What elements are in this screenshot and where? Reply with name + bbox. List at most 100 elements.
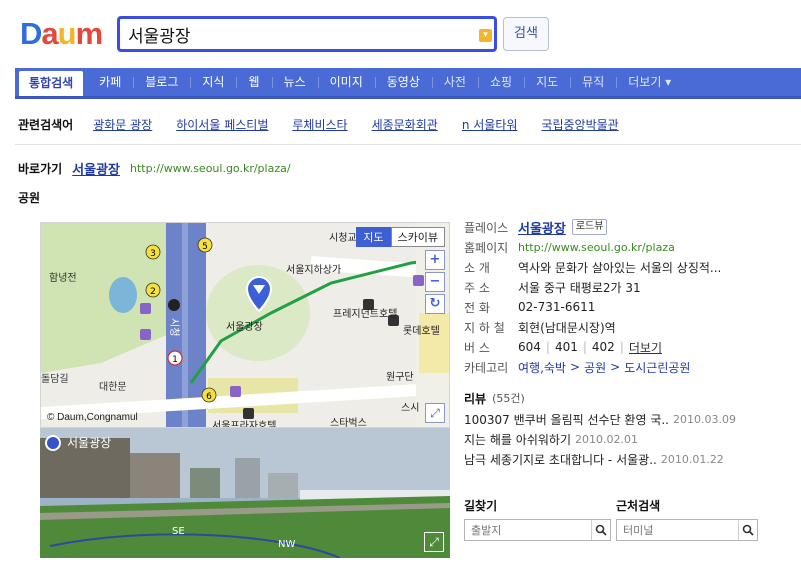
info-key: 버 스 (464, 340, 490, 355)
logo-letter: u (57, 16, 77, 51)
related-link[interactable]: 세종문화회관 (372, 116, 438, 133)
map-label: 대한문 (99, 381, 127, 393)
search-icon[interactable] (590, 520, 610, 540)
tab-web[interactable]: 웹 (236, 68, 271, 96)
roadview-badge[interactable]: 로드뷰 (571, 219, 608, 235)
nearby-search-title: 근처검색 (616, 499, 661, 513)
search-input[interactable] (128, 23, 468, 45)
tab-dictionary[interactable]: 사전 (431, 68, 478, 96)
nav-items: 통합검색 카페 블로그 지식 웹 뉴스 이미지 동영상 사전 쇼핑 지도 뮤직 … (15, 68, 683, 96)
search-icon[interactable] (737, 520, 757, 540)
reset-view-icon[interactable]: ↻ (425, 294, 445, 314)
info-value: 서울 중구 태평로2가 31 (518, 280, 641, 295)
route-title: 길찾기 (464, 499, 498, 513)
map-label: 스시 (401, 402, 419, 414)
map-canvas: 3 2 5 6 1 함녕전 서울지하상가 시청교 서울광장 프레지던트호텔 롯데… (41, 223, 449, 427)
roadview-expand-icon[interactable]: ⤢ (424, 532, 444, 552)
route-marker-1: 1 (167, 350, 183, 366)
tab-more[interactable]: 더보기 ▾ (616, 68, 683, 96)
info-row: 주 소 서울 중구 태평로2가 31 (464, 277, 764, 297)
map-label: 롯데호텔 (403, 325, 440, 337)
related-link[interactable]: 국립중앙박물관 (541, 116, 618, 133)
review-item[interactable]: 남극 세종기지로 초대합니다 - 서울광.. 2010.01.22 (464, 449, 764, 469)
review-title: 리뷰 (464, 391, 487, 406)
map-zoom-controls: + − ↻ (425, 250, 445, 314)
related-link[interactable]: 광화문 광장 (93, 116, 152, 133)
nearby-search-input[interactable] (617, 520, 738, 540)
related-link[interactable]: 루체비스타 (292, 116, 347, 133)
info-value: 회현(남대문시장)역 (518, 320, 616, 335)
search-box: ▾ (117, 16, 497, 52)
bus-number: 402 (591, 340, 615, 354)
daum-logo[interactable]: Daum (20, 16, 103, 51)
route-start-input[interactable] (465, 520, 591, 540)
map-label: 시청 (168, 318, 180, 336)
review-date: 2010.01.22 (660, 452, 724, 466)
tab-map[interactable]: 지도 (524, 68, 570, 96)
category-link[interactable]: 도시근린공원 (624, 359, 690, 376)
info-row: 홈페이지 http://www.seoul.go.kr/plaza (464, 237, 764, 257)
related-link[interactable]: n 서울타워 (462, 116, 518, 133)
info-marker-icon (168, 299, 180, 311)
related-searches: 관련검색어 광화문 광장 하이서울 페스티벌 루체비스타 세종문화회관 n 서울… (18, 114, 801, 134)
svg-text:6: 6 (206, 392, 212, 402)
tab-knowledge[interactable]: 지식 (190, 68, 236, 96)
tab-blog[interactable]: 블로그 (133, 68, 190, 96)
logo-letter: D (20, 16, 42, 51)
route-marker-3: 3 (145, 244, 161, 260)
info-key: 카테고리 (464, 360, 509, 375)
review-item[interactable]: 100307 밴쿠버 올림픽 선수단 환영 국.. 2010.03.09 (464, 409, 764, 429)
tab-music[interactable]: 뮤직 (570, 68, 616, 96)
review-item[interactable]: 지는 해를 아쉬워하기 2010.02.01 (464, 429, 764, 449)
bus-stop-icon (140, 303, 151, 314)
review-header: 리뷰 (55건) (464, 387, 764, 409)
category-link[interactable]: 공원 (584, 359, 606, 376)
tab-video[interactable]: 동영상 (374, 68, 432, 96)
info-row: 전 화 02-731-6611 (464, 297, 764, 317)
zoom-out-button[interactable]: − (425, 272, 445, 292)
map-label: 서울지하상가 (286, 263, 341, 276)
shortcut-title-link[interactable]: 서울광장 (72, 159, 120, 178)
search-dropdown-icon[interactable]: ▾ (479, 29, 492, 42)
related-label: 관련검색어 (18, 117, 74, 132)
building (190, 468, 220, 498)
zoom-in-button[interactable]: + (425, 250, 445, 270)
info-value: 역사와 문화가 살아있는 서울의 상징적... (518, 260, 722, 275)
map-label: 서울광장 (226, 321, 263, 333)
map-mode-button[interactable]: 지도 (356, 227, 391, 247)
bus-number: 401 (554, 340, 578, 354)
related-link[interactable]: 하이서울 페스티벌 (176, 116, 268, 133)
search-button[interactable]: 검색 (503, 17, 549, 51)
skyview-mode-button[interactable]: 스카이뷰 (390, 227, 445, 247)
divider (15, 144, 801, 145)
bus-more-link[interactable]: 더보기 (629, 339, 662, 356)
place-info: 플레이스 서울광장 로드뷰 홈페이지 http://www.seoul.go.k… (464, 217, 764, 469)
tab-news[interactable]: 뉴스 (271, 68, 318, 96)
svg-text:1: 1 (172, 355, 178, 365)
info-key: 소 개 (464, 260, 490, 275)
map-label: 돌담길 (41, 372, 69, 385)
svg-text:3: 3 (150, 249, 156, 259)
info-key: 지 하 철 (464, 320, 505, 335)
category-link[interactable]: 여행,숙박 (518, 359, 566, 376)
roadview-badge-label: 로드뷰 (575, 221, 604, 232)
category-row: 카테고리 여행,숙박 > 공원 > 도시근린공원 (464, 359, 691, 376)
map-label: 함녕전 (49, 272, 77, 284)
tab-image[interactable]: 이미지 (317, 68, 375, 96)
homepage-link[interactable]: http://www.seoul.go.kr/plaza (518, 241, 675, 254)
tab-shopping[interactable]: 쇼핑 (477, 68, 524, 96)
info-value: 02-731-6611 (518, 300, 596, 314)
place-name-link[interactable]: 서울광장 (518, 218, 566, 237)
category-label: 공원 (18, 191, 41, 205)
svg-text:2: 2 (150, 287, 156, 297)
info-key: 전 화 (464, 300, 490, 315)
roadview-panorama[interactable]: SE NW 서울광장 ⤢ (40, 428, 450, 558)
building (235, 458, 260, 498)
map-expand-icon[interactable]: ⤢ (425, 403, 445, 423)
shortcut-url-link[interactable]: http://www.seoul.go.kr/plaza/ (130, 162, 291, 175)
logo-letter: a (41, 16, 58, 51)
tab-integrated-search[interactable]: 통합검색 (19, 71, 84, 96)
map-view[interactable]: 3 2 5 6 1 함녕전 서울지하상가 시청교 서울광장 프레지던트호텔 롯데… (40, 222, 450, 428)
route-search-box (464, 519, 611, 541)
tab-cafe[interactable]: 카페 (87, 68, 133, 96)
